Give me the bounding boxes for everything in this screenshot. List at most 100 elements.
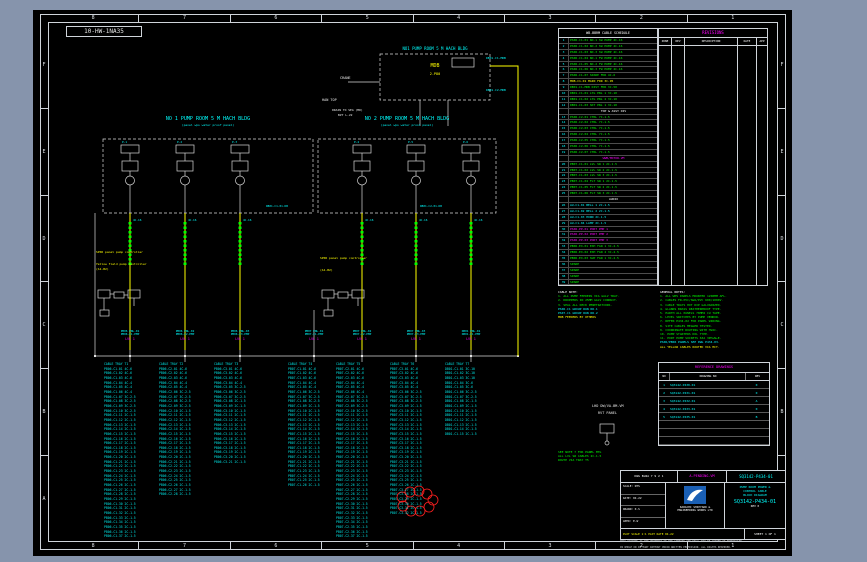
table-row: 3 SQ3142-P432-01 A: [659, 397, 769, 405]
panel-cluster: PB06 PNL-03 PB06-C3-PMP LVL 1: [230, 329, 250, 341]
cable-list-4: CABLE TRAY T4 PB07-C1-01 4C-6 PB07-C1-02 4…: [288, 362, 342, 488]
cable-schedule-table: WB-BBRM CABLE SCHEDULE 1 PS06-C1-01 NO.1…: [558, 28, 658, 286]
lhd-label: LHD DW/VA-BM-VM: [592, 404, 624, 408]
cable-entry: DB01-C1-15 2C-1.5: [445, 431, 477, 436]
panel-cluster: PB07 PNL-03 PB07-C3-PMP LVL 1: [406, 329, 426, 341]
cable-list-3: CABLE TRAY T3 PB06-C3-01 4C-6 PB06-C3-02 4…: [214, 362, 268, 464]
unit-tag: P-1: [122, 140, 128, 144]
controller-1-label2: Yellow field pump controller: [96, 262, 147, 266]
top-unit-title: NO1 PUMP ROOM 5 M HACH BLDG: [402, 46, 468, 51]
pump-group-1-subtitle: (panel wps water proof panel): [181, 123, 235, 127]
reference-drawings-table: REFERENCE DRAWINGS NO DRAWING NO REV 1 S…: [658, 362, 770, 446]
table-row: [659, 421, 769, 429]
cable-entry: PB07-C3-32 2C-1.5: [390, 511, 422, 515]
controller-2-label2: (A1-B2): [320, 268, 333, 272]
line-tag: 4C-16: [474, 218, 483, 222]
unit-tag: P-3: [232, 140, 238, 144]
lhd-panel-label: RVT PANEL: [598, 411, 617, 415]
grid-col-label: 6: [229, 14, 321, 22]
han-top-label: HAN TOP: [322, 98, 337, 102]
drawn-field: DRAWN: K.S: [621, 506, 665, 518]
grid-col-label: 5: [321, 542, 412, 550]
mdb-sub-label: 2-P80: [429, 72, 441, 76]
grid-col-label: 3: [503, 14, 595, 22]
table-row: 39 SPARE: [559, 279, 657, 286]
pump-group-1-title: NO 1 PUMP ROOM 5 M HACH BLDG: [165, 116, 251, 122]
reference-drawings-title: REFERENCE DRAWINGS: [659, 363, 769, 373]
grid-col-label: 2: [595, 14, 686, 22]
grid-row-label: B: [40, 368, 48, 455]
table-row: 5 SQ3142-P435-01 B: [659, 413, 769, 421]
controller-1-label3: (A1-B2): [96, 267, 109, 271]
grid-row-label: E: [40, 107, 48, 195]
grid-col-label: 7: [138, 542, 229, 550]
grid-row-label: B: [778, 368, 786, 455]
revisions-headers: ZONE REV DESCRIPTION DATE APP: [659, 38, 767, 46]
table-row: 2 SQ3142-P431-01 0: [659, 389, 769, 397]
reference-drawings-rows: 1 SQ3142-P430-01 0 2 SQ3142-P431-01 0 3 …: [659, 381, 769, 445]
date-field: DATE: 04-22: [621, 495, 665, 506]
table-row: 4 SQ3142-P433-01 0: [659, 405, 769, 413]
cable-list-5: CABLE TRAY T5 PB07-C2-01 4C-6 PB07-C2-02 4…: [336, 362, 390, 539]
grid-ref-left: F EDCBA: [40, 22, 48, 542]
feeder-label-1: DB01-C1-MDB: [486, 56, 506, 60]
feeder-label-2: DB01-C2-MDB: [486, 88, 506, 92]
unit-tag: P-5: [408, 140, 414, 144]
mid-cable-label: DB01-C2-01-DB: [420, 204, 442, 208]
grid-col-label: 4: [412, 14, 504, 22]
disclaimer-line-2: IN WHOLE OR IN PART WITHOUT PRIOR WRITTE…: [620, 546, 732, 549]
plot-info: PLOT SCALE 1:1 PLOT DATE 04-22: [623, 532, 674, 536]
table-row: 1 SQ3142-P430-01 0: [659, 381, 769, 389]
note-line: ALL YELLOW CABLES ROUTED VIA MCT.: [660, 344, 720, 349]
line-tag: 4C-16: [188, 218, 197, 222]
panel-cluster: PB06 PNL-01 PB06-C1-PMP LVL 1: [120, 329, 140, 341]
pump-group-2-title: NO 2 PUMP ROOM 5 M HACH BLDG: [364, 116, 450, 122]
cad-drawing-view: 87654321 87654321 FEDCBA FEDCBA: [0, 0, 867, 562]
dwg-ref: DWG BLNA 7 9 2 1: [634, 474, 664, 478]
line-tag: 4C-16: [365, 218, 374, 222]
grid-col-label: 5: [321, 14, 412, 22]
panel-cluster: PB06 PNL-02 PB06-C2-PMP LVL 1: [175, 329, 195, 341]
unit-tag: P-4: [354, 140, 360, 144]
table-row: [659, 429, 769, 437]
mdb-label: MDB: [430, 63, 440, 69]
grid-row-label: F: [780, 61, 784, 68]
controller-2-label: SP06 panel pump controller: [320, 256, 367, 260]
sheet-ref-box: 10-HW-1NA35: [66, 26, 142, 37]
grid-row-label: C: [40, 281, 48, 368]
line-tag: 4C-16: [419, 218, 428, 222]
cable-schedule-header: WB-BBRM CABLE SCHEDULE: [559, 29, 657, 38]
general-notes: GENERAL NOTES: 1. ALL WPS PANELS MOUNTED …: [660, 290, 770, 349]
sheet-field: SHEET 1 OF 1: [744, 529, 785, 539]
pump-group-2-subtitle: (panel wps water proof panel): [380, 123, 434, 127]
cable-entry: PB06-C3-21 2C-1.5: [214, 459, 246, 464]
grid-col-label: 8: [91, 543, 95, 549]
grid-col-label: 6: [229, 542, 321, 550]
approved-field: APPD: E.W: [623, 518, 639, 523]
title-block: DWG BLNA 7 9 2 1 A-PENDING-VM SQ3142-P43…: [620, 470, 786, 540]
unit-tag: P-2: [177, 140, 183, 144]
controller-1-label: SP06 panel pump controller: [96, 250, 143, 254]
grid-col-label: 3: [503, 542, 595, 550]
grid-row-label: C: [778, 281, 786, 368]
grid-row-label: A: [40, 455, 48, 542]
cable-list-2: CABLE TRAY T2 PB06-C2-01 4C-6 PB06-C2-02 4…: [159, 362, 213, 497]
line-tag: 4C-16: [133, 218, 142, 222]
cable-list-1: CABLE TRAY T1 PB06-C1-01 4C-6 PB06-C1-02 4…: [104, 362, 158, 539]
company-name-2: ENGINEERING WORKS LTD: [677, 508, 713, 513]
drawing-number-top: SQ3142-P434-01: [726, 471, 785, 482]
grid-row-label: D: [778, 194, 786, 282]
mid-cable-label: DB01-C1-01-DB: [266, 204, 288, 208]
grid-row-label: D: [40, 194, 48, 282]
panel-cluster: PB07 PNL-01 PB07-C1-PMP LVL 1: [304, 329, 324, 341]
cable-entry: PB07-C1-26 2C-1.5: [288, 483, 320, 488]
grid-row-label: F: [42, 61, 46, 68]
grid-ref-top: 8 7654321: [48, 14, 778, 22]
revisions-table: REVISIONS ZONE REV DESCRIPTION DATE APP: [658, 28, 768, 286]
unit-tag: P-6: [463, 140, 469, 144]
small-notes: SEE NOTE 7 FOR PANEL MTG ALL LVL SW CABLE…: [558, 450, 654, 463]
grid-col-label: 1: [686, 14, 778, 22]
title-block-bottom-row: PLOT SCALE 1:1 PLOT DATE 04-22 SHEET 1 O…: [621, 528, 785, 539]
title-block-fields: SCALE: NTS DATE: 04-22 DRAWN: K.S APPD: …: [621, 483, 666, 528]
cable-notes: CABLE NOTE: 1. ALL PUMP FEEDERS VIA GALV …: [558, 290, 654, 319]
